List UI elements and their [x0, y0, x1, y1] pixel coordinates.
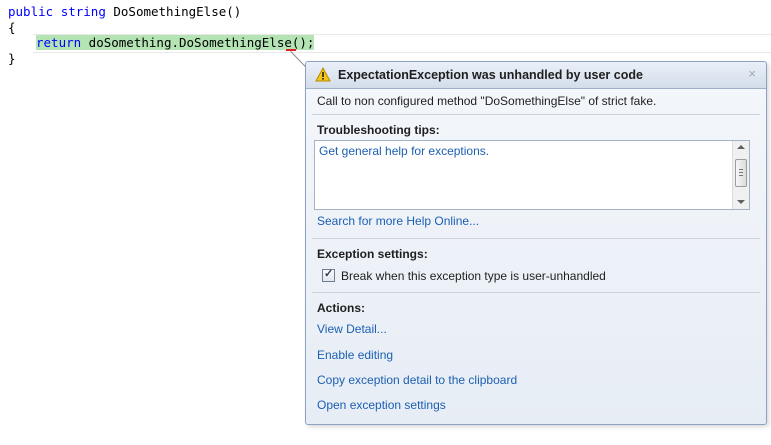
troubleshooting-tips-list[interactable]: Get general help for exceptions.: [314, 140, 750, 210]
callout-pointer: [288, 51, 307, 69]
warning-icon: [315, 67, 331, 82]
scroll-up-arrow-icon[interactable]: [737, 145, 745, 149]
checkmark-icon: ✓: [324, 268, 334, 280]
method-signature: DoSomethingElse(): [105, 4, 242, 19]
tips-scrollbar[interactable]: [732, 141, 749, 209]
divider: [312, 292, 760, 293]
scroll-thumb[interactable]: [735, 159, 747, 187]
enable-editing-link[interactable]: Enable editing: [317, 348, 393, 362]
break-on-exception-label[interactable]: Break when this exception type is user-u…: [341, 269, 606, 283]
scroll-down-arrow-icon[interactable]: [737, 200, 745, 204]
code-line-return[interactable]: return doSomething.DoSomethingElse();: [36, 35, 315, 51]
popup-header: ExpectationException was unhandled by us…: [306, 62, 766, 89]
popup-title: ExpectationException was unhandled by us…: [338, 68, 643, 82]
exception-assistant-popup: ExpectationException was unhandled by us…: [305, 61, 767, 425]
search-help-online-link[interactable]: Search for more Help Online...: [317, 214, 479, 228]
keyword-public: public: [8, 4, 54, 19]
tip-general-help-link[interactable]: Get general help for exceptions.: [319, 144, 489, 158]
code-line-open-brace: {: [8, 20, 16, 35]
keyword-string: string: [60, 4, 106, 19]
code-line-close-brace: }: [8, 51, 16, 66]
return-expression: doSomething.DoSomethingElse();: [81, 35, 315, 50]
exception-settings-title: Exception settings:: [317, 247, 428, 261]
break-on-exception-checkbox[interactable]: ✓: [322, 268, 335, 282]
code-line-signature: public string DoSomethingElse(): [8, 4, 241, 20]
view-detail-link[interactable]: View Detail...: [317, 322, 387, 336]
open-exception-settings-link[interactable]: Open exception settings: [317, 398, 446, 412]
actions-title: Actions:: [317, 301, 365, 315]
divider: [312, 114, 760, 115]
divider: [312, 238, 760, 239]
troubleshooting-title: Troubleshooting tips:: [317, 123, 440, 137]
exception-message: Call to non configured method "DoSomethi…: [317, 94, 657, 108]
keyword-return: return: [36, 35, 82, 50]
close-icon[interactable]: ×: [748, 66, 756, 81]
copy-exception-detail-link[interactable]: Copy exception detail to the clipboard: [317, 373, 517, 387]
